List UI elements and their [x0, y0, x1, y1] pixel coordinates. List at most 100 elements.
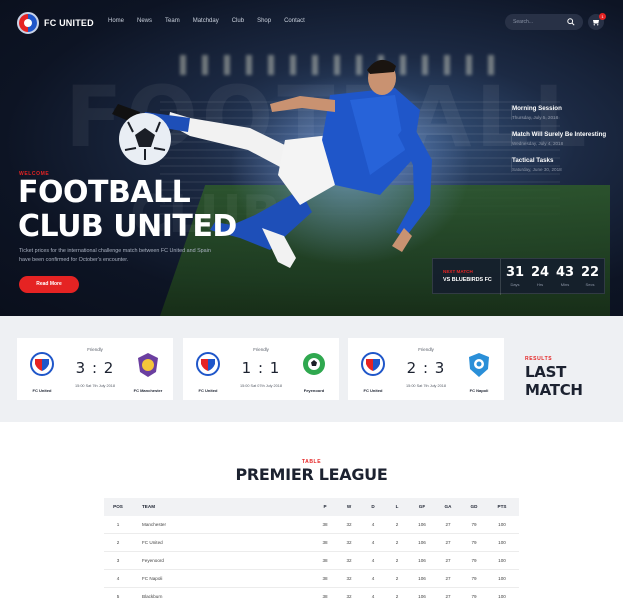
- column-header: W: [346, 504, 352, 509]
- table-cell: 2: [395, 558, 399, 563]
- table-header-row: POS TEAM P W D L GF GA GD PTS: [104, 498, 519, 516]
- menu-item-club[interactable]: Club: [232, 18, 244, 24]
- table-cell: 4: [371, 558, 375, 563]
- search-placeholder: Search...: [513, 19, 534, 25]
- table-title: PREMIER LEAGUE: [235, 465, 388, 484]
- countdown-value: 24: [530, 265, 550, 280]
- menu-item-contact[interactable]: Contact: [284, 18, 305, 24]
- event-title: Match Will Surely Be Interesting: [512, 131, 607, 138]
- team-name: FC United: [32, 388, 52, 393]
- menu-item-shop[interactable]: Shop: [257, 18, 271, 24]
- table-cell: 32: [346, 576, 352, 581]
- table-cell: 27: [445, 540, 451, 545]
- away-team: FC Napoli: [459, 352, 499, 393]
- menu-item-news[interactable]: News: [137, 18, 152, 24]
- table-cell: 38: [322, 558, 328, 563]
- table-cell: 79: [471, 558, 477, 563]
- next-match-countdown: NEXT MATCH VS BLUEBIRDS FC 31 Days 24 Hr…: [432, 258, 605, 295]
- hero-title: FOOTBALL CLUB UNITED: [18, 175, 237, 244]
- countdown-label: NEXT MATCH: [443, 269, 473, 274]
- column-header: PTS: [497, 504, 507, 509]
- menu-item-team[interactable]: Team: [165, 18, 180, 24]
- column-header: L: [395, 504, 399, 509]
- away-team: Feyenoord: [294, 352, 334, 393]
- table-cell: 4: [371, 576, 375, 581]
- table-cell: 2: [395, 576, 399, 581]
- table-cell: 79: [471, 522, 477, 527]
- table-cell: 100: [498, 558, 506, 563]
- menu-item-matchday[interactable]: Matchday: [193, 18, 219, 24]
- table-cell: 106: [418, 576, 426, 581]
- table-row[interactable]: 5 Blackburn 38 32 4 2 106 27 79 100: [104, 588, 519, 600]
- match-result-card[interactable]: Friendly 2 : 3 15:00 Sat 7th July 2018 F…: [348, 338, 504, 400]
- countdown-unit: Days: [510, 282, 520, 287]
- home-team: FC United: [353, 352, 393, 393]
- league-table: POS TEAM P W D L GF GA GD PTS 1 Mancheste…: [104, 498, 519, 600]
- table-cell: 2: [395, 594, 399, 599]
- brand-name: FC UNITED: [44, 18, 94, 28]
- table-cell: 27: [445, 594, 451, 599]
- table-cell: 100: [498, 594, 506, 599]
- table-cell: 4: [116, 576, 120, 581]
- column-header: TEAM: [142, 504, 156, 509]
- match-result-card[interactable]: Friendly 3 : 2 15:00 Sat 7th July 2018 F…: [17, 338, 173, 400]
- table-cell: Manchester: [142, 522, 167, 527]
- table-cell: 5: [116, 594, 120, 599]
- cart-count-badge: 1: [599, 13, 606, 20]
- event-title: Tactical Tasks: [512, 157, 554, 164]
- team-name: FC United: [363, 388, 383, 393]
- table-row[interactable]: 1 Manchester 38 32 4 2 106 27 79 100: [104, 516, 519, 534]
- table-cell: 3: [116, 558, 120, 563]
- table-cell: 2: [116, 540, 120, 545]
- search-input[interactable]: Search...: [505, 14, 583, 30]
- table-cell: 38: [322, 594, 328, 599]
- search-icon[interactable]: [566, 17, 576, 27]
- table-cell: 106: [418, 594, 426, 599]
- table-cell: 32: [346, 540, 352, 545]
- feyenoord-crest-icon: [303, 353, 325, 375]
- column-header: GA: [444, 504, 452, 509]
- countdown-days: 31 Days: [504, 265, 526, 287]
- table-cell: 27: [445, 576, 451, 581]
- read-more-button[interactable]: Read More: [19, 276, 79, 293]
- match-result-card[interactable]: Friendly 1 : 1 15:00 Sat 07th July 2018 …: [183, 338, 339, 400]
- team-name: Feyenoord: [303, 388, 325, 393]
- table-cell: 106: [418, 540, 426, 545]
- team-name: FC United: [198, 388, 218, 393]
- table-row[interactable]: 4 FC Napoli 38 32 4 2 106 27 79 100: [104, 570, 519, 588]
- brand-logo[interactable]: FC UNITED: [17, 12, 94, 34]
- event-title: Morning Session: [512, 105, 562, 112]
- table-cell: Blackburn: [142, 594, 163, 599]
- column-header: POS: [113, 504, 123, 509]
- upcoming-events-list: Morning Session Thursday, July 5, 2018 M…: [511, 105, 616, 183]
- team-name: FC Manchester: [133, 388, 163, 393]
- menu-item-home[interactable]: Home: [108, 18, 124, 24]
- event-item[interactable]: Tactical Tasks Saturday, June 30, 2018: [511, 157, 616, 172]
- fc-united-crest-icon: [361, 352, 385, 376]
- results-label: RESULTS: [525, 356, 553, 362]
- team-name: FC Napoli: [469, 388, 489, 393]
- table-cell: Feyenoord: [142, 558, 164, 563]
- results-title: LAST MATCH: [525, 363, 583, 399]
- table-cell: 79: [471, 576, 477, 581]
- table-cell: 106: [418, 522, 426, 527]
- countdown-divider: [500, 259, 501, 295]
- fc-napoli-crest-icon: [469, 353, 489, 377]
- event-item[interactable]: Morning Session Thursday, July 5, 2018: [511, 105, 616, 120]
- countdown-unit: Mins: [560, 282, 570, 287]
- column-header: D: [371, 504, 375, 509]
- fc-manchester-crest-icon: [138, 353, 158, 377]
- table-row[interactable]: 3 Feyenoord 38 32 4 2 106 27 79 100: [104, 552, 519, 570]
- table-row[interactable]: 2 FC United 38 32 4 2 106 27 79 100: [104, 534, 519, 552]
- main-menu: Home News Team Matchday Club Shop Contac…: [108, 18, 318, 24]
- event-date: Thursday, July 5, 2018: [512, 115, 559, 120]
- table-cell: 1: [116, 522, 120, 527]
- event-item[interactable]: Match Will Surely Be Interesting Wednesd…: [511, 131, 616, 146]
- column-header: P: [323, 504, 327, 509]
- fc-united-crest-icon: [196, 352, 220, 376]
- countdown-unit: Secs: [585, 282, 595, 287]
- table-cell: 2: [395, 540, 399, 545]
- table-cell: 32: [346, 558, 352, 563]
- club-crest-icon: [17, 12, 39, 34]
- fc-united-crest-icon: [30, 352, 54, 376]
